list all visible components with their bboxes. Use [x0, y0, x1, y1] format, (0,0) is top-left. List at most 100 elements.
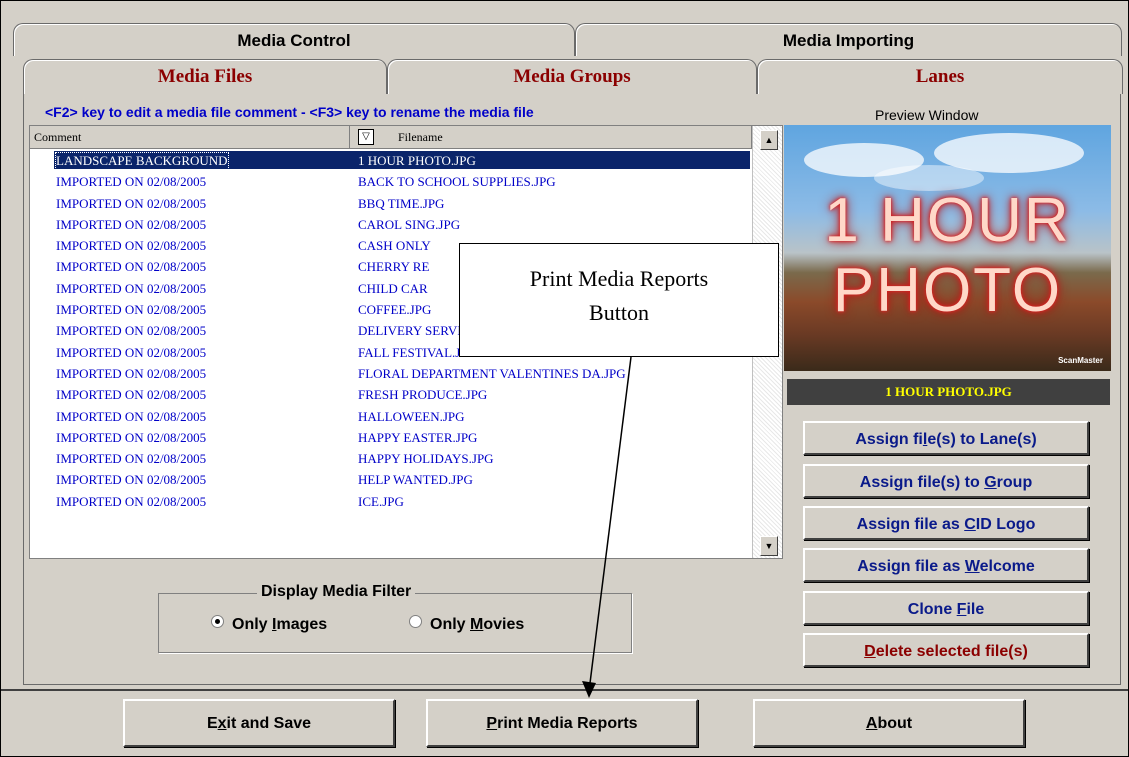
assign-to-group-post: roup [996, 474, 1033, 491]
app-window: Media Control Media Importing Media File… [0, 0, 1129, 757]
cell-comment: IMPORTED ON 02/08/2005 [56, 472, 207, 488]
table-row[interactable]: IMPORTED ON 02/08/2005 BACK TO SCHOOL SUP… [30, 171, 752, 192]
exit-and-save-button[interactable]: Exit and Save [123, 699, 395, 747]
preview-text-line2: PHOTO [832, 256, 1063, 325]
column-header-comment[interactable]: Comment [30, 126, 350, 148]
column-header-filename[interactable]: Filename [350, 126, 752, 148]
top-tab-strip: Media Control Media Importing [13, 23, 1122, 57]
cell-comment: LANDSCAPE BACKGROUND [55, 152, 229, 170]
assign-to-group-pre: Assign file(s) to [859, 474, 985, 491]
cell-comment: IMPORTED ON 02/08/2005 [56, 280, 207, 296]
media-filter-label: Display Media Filter [257, 583, 416, 601]
cell-comment: IMPORTED ON 02/08/2005 [56, 302, 207, 318]
table-row[interactable]: IMPORTED ON 02/08/2005 BBQ TIME.JPG [30, 193, 752, 214]
cell-comment: IMPORTED ON 02/08/2005 [56, 387, 207, 403]
cell-filename: ICE.JPG [358, 493, 404, 509]
table-row[interactable]: IMPORTED ON 02/08/2005 FRESH PRODUCE.JPG [30, 384, 752, 405]
cell-filename: HALLOWEEN.JPG [358, 408, 465, 424]
table-row[interactable]: LANDSCAPE BACKGROUND 1 HOUR PHOTO.JPG [30, 150, 752, 172]
scroll-up-button[interactable]: ▲ [760, 130, 778, 150]
print-reports-key: P [486, 715, 498, 732]
tab-media-control[interactable]: Media Control [13, 23, 575, 56]
clone-file-key: F [956, 601, 967, 618]
cell-filename: HAPPY HOLIDAYS.JPG [358, 451, 494, 467]
preview-window-label: Preview Window [875, 107, 979, 123]
scroll-down-button[interactable]: ▼ [760, 536, 778, 556]
assign-to-group-key: G [984, 474, 997, 491]
callout-line2: Button [589, 300, 649, 325]
assign-cid-logo-button[interactable]: Assign file as CID Logo [803, 506, 1089, 540]
delete-files-post: elete selected file(s) [875, 643, 1028, 660]
cell-filename: HAPPY EASTER.JPG [358, 429, 478, 445]
delete-files-key: D [864, 643, 876, 660]
preview-text-line1: 1 HOUR [824, 186, 1071, 255]
cell-comment: IMPORTED ON 02/08/2005 [56, 429, 207, 445]
assign-cid-logo-post: ID Logo [975, 516, 1036, 533]
assign-welcome-key: W [964, 558, 980, 575]
table-row[interactable]: IMPORTED ON 02/08/2005 HELP WANTED.JPG [30, 469, 752, 490]
table-row[interactable]: IMPORTED ON 02/08/2005 FLORAL DEPARTMENT … [30, 363, 752, 384]
cell-comment: IMPORTED ON 02/08/2005 [56, 493, 207, 509]
delete-files-button[interactable]: Delete selected file(s) [803, 633, 1089, 667]
tab-media-files[interactable]: Media Files [23, 59, 387, 94]
cell-filename: CHILD CAR [358, 280, 428, 296]
table-row[interactable]: IMPORTED ON 02/08/2005 HAPPY HOLIDAYS.JPG [30, 448, 752, 469]
about-button[interactable]: About [753, 699, 1025, 747]
radio-only-movies-key: M [470, 616, 484, 633]
radio-only-images-post: mages [276, 616, 328, 633]
preview-brand-mark: ScanMaster [1058, 356, 1103, 365]
cell-comment: IMPORTED ON 02/08/2005 [56, 174, 207, 190]
cell-filename: HELP WANTED.JPG [358, 472, 473, 488]
assign-welcome-post: elcome [979, 558, 1035, 575]
exit-save-pre: E [206, 715, 218, 732]
cell-filename: CHERRY RE [358, 259, 430, 275]
cell-filename: BACK TO SCHOOL SUPPLIES.JPG [358, 174, 556, 190]
cell-comment: IMPORTED ON 02/08/2005 [56, 323, 207, 339]
cell-comment: IMPORTED ON 02/08/2005 [56, 195, 207, 211]
keyboard-hint: <F2> key to edit a media file comment - … [45, 104, 534, 120]
preview-filename: 1 HOUR PHOTO.JPG [787, 379, 1110, 405]
about-key: A [865, 715, 878, 732]
table-row[interactable]: IMPORTED ON 02/08/2005 CAROL SING.JPG [30, 214, 752, 235]
cell-filename: 1 HOUR PHOTO.JPG [358, 153, 476, 168]
clone-file-button[interactable]: Clone File [803, 591, 1089, 625]
table-row[interactable]: IMPORTED ON 02/08/2005 HALLOWEEN.JPG [30, 406, 752, 427]
exit-save-key: x [217, 715, 227, 732]
sort-filter-icon[interactable]: ▽ [358, 129, 374, 145]
cell-comment: IMPORTED ON 02/08/2005 [56, 259, 207, 275]
tab-media-importing[interactable]: Media Importing [575, 23, 1122, 56]
radio-unselected-icon[interactable] [409, 615, 422, 628]
tab-lanes[interactable]: Lanes [757, 59, 1123, 94]
cell-comment: IMPORTED ON 02/08/2005 [56, 216, 207, 232]
assign-to-lanes-pre: Assign fi [855, 431, 923, 448]
print-media-reports-button[interactable]: Print Media Reports [426, 699, 698, 747]
cell-filename: CASH ONLY [358, 238, 431, 254]
radio-selected-icon[interactable] [211, 615, 224, 628]
assign-welcome-pre: Assign file as [857, 558, 965, 575]
radio-only-images-pre: Only [232, 616, 273, 633]
assign-cid-logo-pre: Assign file as [856, 516, 965, 533]
radio-only-images[interactable]: Only Images [211, 615, 327, 634]
radio-only-movies[interactable]: Only Movies [409, 615, 524, 634]
cell-filename: CAROL SING.JPG [358, 216, 461, 232]
cell-comment: IMPORTED ON 02/08/2005 [56, 451, 207, 467]
print-reports-post: rint Media Reports [497, 715, 638, 732]
exit-save-post: it and Save [226, 715, 312, 732]
cell-filename: FRESH PRODUCE.JPG [358, 387, 488, 403]
annotation-callout: Print Media Reports Button [459, 243, 779, 357]
table-row[interactable]: IMPORTED ON 02/08/2005 ICE.JPG [30, 491, 752, 512]
cell-comment: IMPORTED ON 02/08/2005 [56, 344, 207, 360]
grid-header: Comment Filename ▽ [30, 126, 782, 149]
clone-file-post: ile [966, 601, 985, 618]
cell-filename: BBQ TIME.JPG [358, 195, 445, 211]
assign-to-group-button[interactable]: Assign file(s) to Group [803, 464, 1089, 498]
assign-welcome-button[interactable]: Assign file as Welcome [803, 548, 1089, 582]
assign-to-lanes-button[interactable]: Assign file(s) to Lane(s) [803, 421, 1089, 455]
cell-filename: FLORAL DEPARTMENT VALENTINES DA.JPG [358, 365, 626, 381]
callout-line1: Print Media Reports [529, 266, 709, 291]
cell-comment: IMPORTED ON 02/08/2005 [56, 365, 207, 381]
tab-media-groups[interactable]: Media Groups [387, 59, 757, 94]
radio-only-movies-pre: Only [430, 616, 471, 633]
table-row[interactable]: IMPORTED ON 02/08/2005 HAPPY EASTER.JPG [30, 427, 752, 448]
cell-comment: IMPORTED ON 02/08/2005 [56, 408, 207, 424]
